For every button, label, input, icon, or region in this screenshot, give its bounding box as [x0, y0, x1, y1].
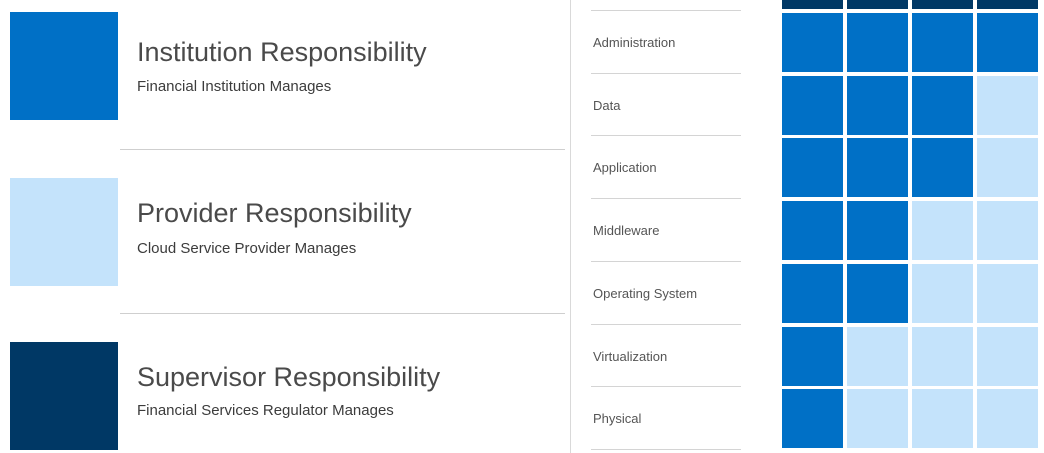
layer-separator [591, 449, 741, 450]
matrix-cell-provider [912, 327, 973, 386]
matrix-header-cell [847, 0, 908, 9]
matrix-cell-provider [847, 389, 908, 448]
matrix-cell-provider [847, 327, 908, 386]
layer-separator [591, 73, 741, 74]
legend-subtitle: Financial Services Regulator Manages [137, 402, 394, 419]
matrix-cell-institution [782, 327, 843, 386]
layer-label-middleware: Middleware [593, 223, 660, 238]
matrix-cell-institution [782, 264, 843, 323]
matrix-cell-institution [912, 138, 973, 197]
layer-label-administration: Administration [593, 35, 676, 50]
layer-separator [591, 135, 741, 136]
layer-separator [591, 10, 741, 11]
matrix-cell-institution [977, 13, 1038, 72]
legend-title: Supervisor Responsibility [137, 362, 441, 392]
matrix-cell-provider [977, 389, 1038, 448]
matrix-cell-institution [782, 389, 843, 448]
matrix-cell-institution [782, 13, 843, 72]
layer-label-virtualization: Virtualization [593, 349, 668, 364]
layer-separator [591, 324, 741, 325]
layer-separator [591, 261, 741, 262]
legend-divider [120, 149, 565, 150]
matrix-cell-institution [847, 138, 908, 197]
matrix-cell-provider [977, 138, 1038, 197]
legend-title: Provider Responsibility [137, 198, 412, 228]
matrix-cell-institution [847, 264, 908, 323]
responsibility-legend: Institution Responsibility Financial Ins… [0, 0, 565, 453]
matrix-cell-provider [912, 389, 973, 448]
matrix-cell-institution [847, 201, 908, 260]
matrix-cell-institution [782, 201, 843, 260]
matrix-cell-provider [977, 201, 1038, 260]
layer-label-application: Application [593, 160, 657, 175]
layer-label-data: Data [593, 98, 621, 113]
matrix-cell-institution [847, 13, 908, 72]
matrix-cell-provider [977, 327, 1038, 386]
matrix-cell-provider [977, 264, 1038, 323]
stack-layer-labels: Administration Data Application Middleware O… [571, 0, 771, 453]
responsibility-matrix [782, 0, 1044, 453]
matrix-cell-provider [912, 264, 973, 323]
matrix-cell-institution [912, 13, 973, 72]
matrix-header-cell [977, 0, 1038, 9]
provider-color-swatch [10, 178, 118, 286]
matrix-cell-institution [912, 76, 973, 135]
institution-color-swatch [10, 12, 118, 120]
matrix-cell-institution [782, 138, 843, 197]
matrix-header-cell [782, 0, 843, 9]
matrix-cell-provider [912, 201, 973, 260]
layer-label-physical: Physical [593, 411, 642, 426]
legend-subtitle: Cloud Service Provider Manages [137, 240, 357, 257]
layer-label-operating-system: Operating System [593, 286, 698, 301]
legend-title: Institution Responsibility [137, 37, 427, 67]
layer-separator [591, 198, 741, 199]
legend-subtitle: Financial Institution Manages [137, 78, 332, 95]
matrix-cell-institution [847, 76, 908, 135]
matrix-cell-provider [977, 76, 1038, 135]
layer-separator [591, 386, 741, 387]
matrix-header-cell [912, 0, 973, 9]
supervisor-color-swatch [10, 342, 118, 450]
legend-divider [120, 313, 565, 314]
matrix-cell-institution [782, 76, 843, 135]
